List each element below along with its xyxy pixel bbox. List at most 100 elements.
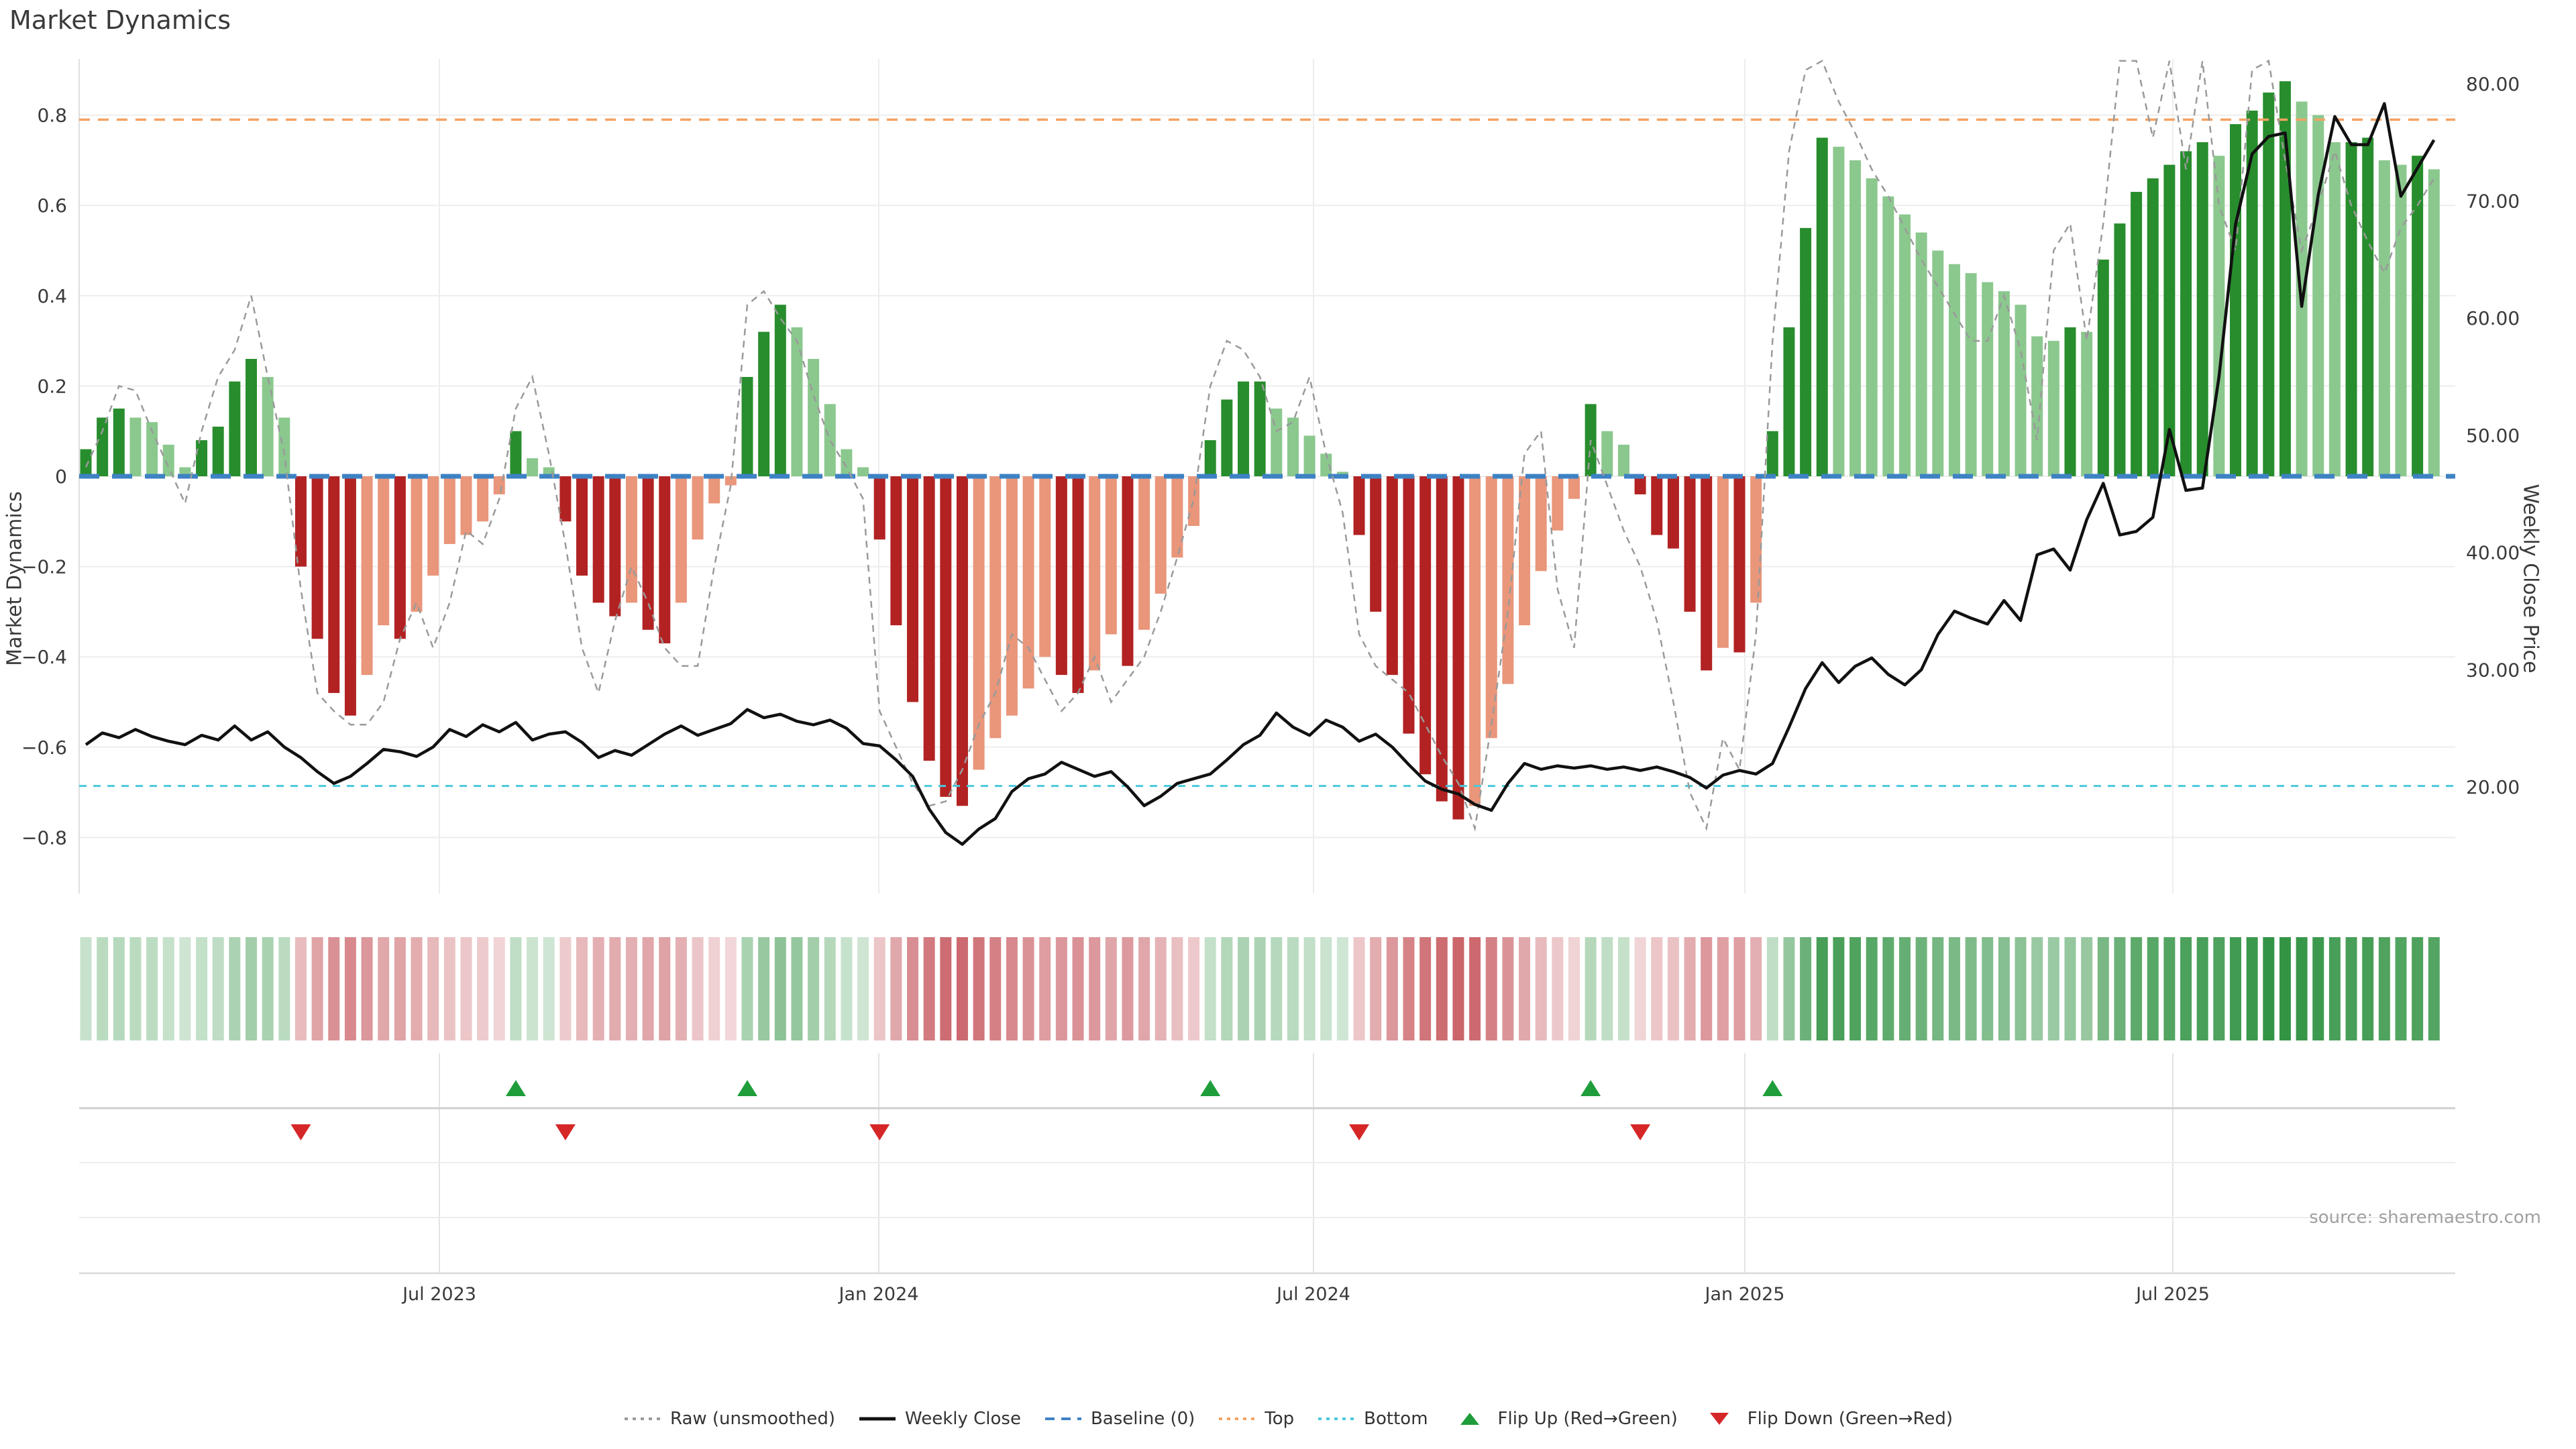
heatmap-cell xyxy=(262,937,274,1040)
x-axis-tick: Jan 2025 xyxy=(1704,1284,1785,1305)
heatmap-cell xyxy=(328,937,339,1040)
heatmap-cell xyxy=(2163,937,2175,1040)
heatmap-cell xyxy=(1006,937,1018,1040)
heatmap-cell xyxy=(1469,937,1481,1040)
dynamics-bar xyxy=(1287,418,1299,476)
flip-up-marker xyxy=(1762,1080,1782,1096)
left-axis-tick: −0.2 xyxy=(21,556,67,578)
legend-label-flip-up: Flip Up (Red→Green) xyxy=(1498,1409,1678,1429)
dynamics-bar xyxy=(2428,169,2440,476)
heatmap-cell xyxy=(2081,937,2092,1040)
dynamics-bar xyxy=(1221,400,1232,476)
heatmap-cell xyxy=(2428,937,2440,1040)
heatmap-cell xyxy=(312,937,323,1040)
source-attribution: source: sharemaestro.com xyxy=(2309,1208,2541,1228)
heatmap-cell xyxy=(1866,937,1878,1040)
heatmap-cell xyxy=(1668,937,1679,1040)
heatmap-cell xyxy=(1023,937,1034,1040)
dynamics-bar xyxy=(1916,233,1927,476)
heatmap-cell xyxy=(1519,937,1530,1040)
heatmap-cell xyxy=(1932,937,1943,1040)
legend-item-bottom: Bottom xyxy=(1317,1409,1428,1429)
left-axis-tick: −0.8 xyxy=(21,826,67,849)
dynamics-bar xyxy=(362,476,373,675)
heatmap-cell xyxy=(427,937,439,1040)
heatmap-cell xyxy=(2213,937,2224,1040)
dynamics-bar xyxy=(2098,260,2109,476)
heatmap-cell xyxy=(1221,937,1232,1040)
dynamics-bar xyxy=(940,476,951,797)
heatmap-cell xyxy=(2362,937,2373,1040)
heatmap-cell xyxy=(246,937,257,1040)
dynamics-bar xyxy=(626,476,637,602)
dynamics-bar xyxy=(1882,197,1894,476)
heatmap-cell xyxy=(1800,937,1811,1040)
heatmap-cell xyxy=(989,937,1001,1040)
heatmap-cell xyxy=(643,937,654,1040)
dynamics-bar xyxy=(841,449,852,476)
heatmap-cell xyxy=(113,937,125,1040)
heatmap-cell xyxy=(593,937,604,1040)
heatmap-cell xyxy=(874,937,885,1040)
dynamics-bar xyxy=(2230,124,2241,476)
dynamics-bar xyxy=(1271,409,1282,476)
heatmap-cell xyxy=(1171,937,1183,1040)
heatmap-cell xyxy=(146,937,158,1040)
heatmap-cell xyxy=(1354,937,1365,1040)
flip-up-marker xyxy=(1200,1080,1220,1096)
heatmap-cell xyxy=(527,937,538,1040)
dynamics-bar xyxy=(1783,327,1794,476)
heatmap-cell xyxy=(676,937,687,1040)
dynamics-bar xyxy=(708,476,720,503)
heatmap-cell xyxy=(444,937,455,1040)
heatmap-cell xyxy=(1238,937,1249,1040)
flip-down-marker xyxy=(1349,1124,1369,1140)
dynamics-bar xyxy=(196,440,207,476)
heatmap-cell xyxy=(543,937,555,1040)
heatmap-cell xyxy=(1304,937,1316,1040)
heatmap-cell xyxy=(1916,937,1927,1040)
heatmap-cell xyxy=(2263,937,2274,1040)
dynamics-bar xyxy=(775,305,786,476)
dynamics-bar xyxy=(1171,476,1183,557)
heatmap-cell xyxy=(1403,937,1415,1040)
heatmap-cell xyxy=(890,937,902,1040)
heatmap-cell xyxy=(957,937,968,1040)
heatmap-cell xyxy=(576,937,588,1040)
heatmap-cell xyxy=(1552,937,1563,1040)
dynamics-bar xyxy=(1039,476,1051,657)
dynamics-bar xyxy=(1188,476,1199,526)
x-axis-tick: Jul 2023 xyxy=(401,1284,476,1305)
dynamics-bar xyxy=(1849,160,1861,476)
dynamics-bar xyxy=(576,476,588,576)
heatmap-cell xyxy=(1106,937,1117,1040)
legend-label-bottom: Bottom xyxy=(1364,1409,1428,1429)
dynamics-bar xyxy=(924,476,935,761)
bottom-swatch-icon xyxy=(1317,1410,1356,1428)
dynamics-bar xyxy=(593,476,604,602)
legend-item-flip-down: Flip Down (Green→Red) xyxy=(1701,1409,1953,1429)
dynamics-bar xyxy=(1006,476,1018,716)
heatmap-cell xyxy=(907,937,918,1040)
heatmap-cell xyxy=(460,937,472,1040)
top-swatch-icon xyxy=(1218,1410,1256,1428)
heatmap-cell xyxy=(179,937,191,1040)
legend-item-flip-up: Flip Up (Red→Green) xyxy=(1451,1409,1678,1429)
dynamics-bar xyxy=(2147,178,2159,476)
heatmap-cell xyxy=(1536,937,1547,1040)
heatmap-cell xyxy=(692,937,704,1040)
raw-swatch-icon xyxy=(623,1410,662,1428)
right-axis-tick: 40.00 xyxy=(2466,542,2520,564)
heatmap-cell xyxy=(510,937,521,1040)
heatmap-cell xyxy=(758,937,769,1040)
dynamics-bar xyxy=(1618,445,1629,476)
dynamics-bar xyxy=(2131,192,2142,476)
heatmap-cell xyxy=(2247,937,2258,1040)
legend-item-baseline: Baseline (0) xyxy=(1044,1409,1195,1429)
legend-label-baseline: Baseline (0) xyxy=(1091,1409,1195,1429)
heatmap-cell xyxy=(2098,937,2109,1040)
dynamics-bar xyxy=(1949,264,1960,476)
dynamics-bar xyxy=(1635,476,1646,494)
heatmap-cell xyxy=(1949,937,1960,1040)
heatmap-cell xyxy=(1122,937,1133,1040)
